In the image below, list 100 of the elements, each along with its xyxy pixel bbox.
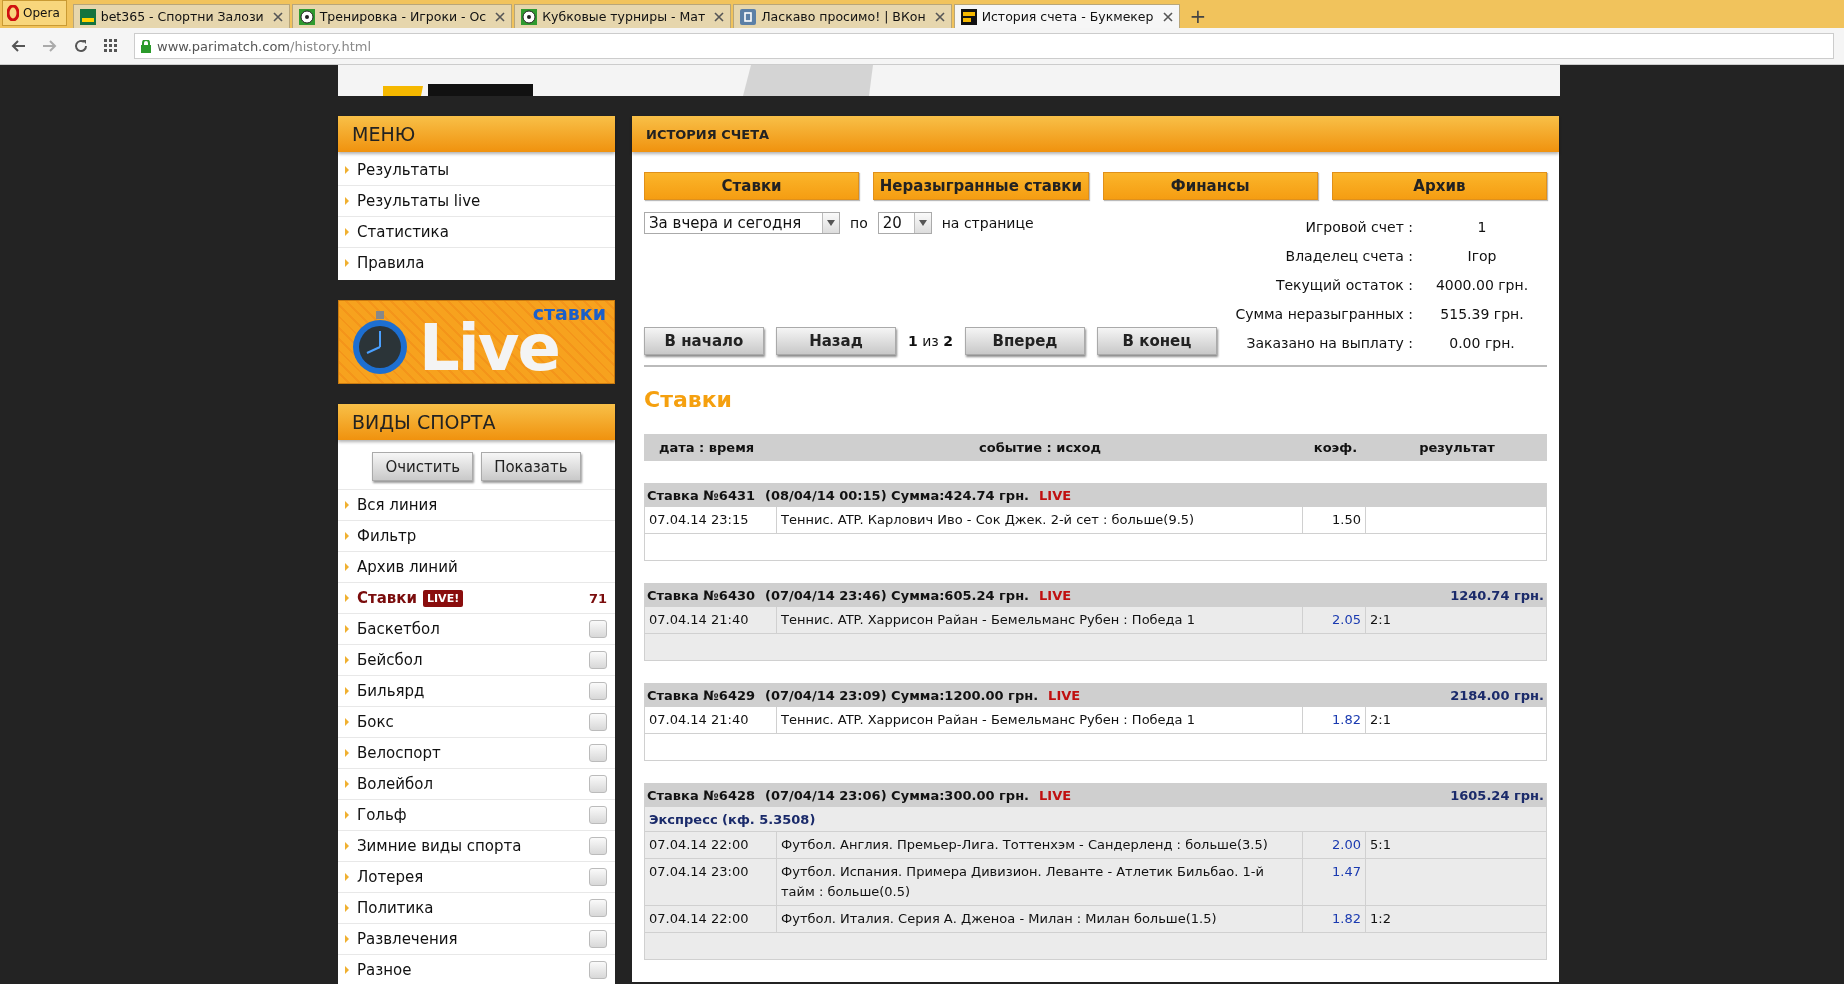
bullet-icon xyxy=(345,501,349,509)
menu-item[interactable]: Статистика xyxy=(338,216,615,247)
first-page-button[interactable]: В начало xyxy=(644,327,764,355)
clear-button[interactable]: Очистить xyxy=(372,452,474,481)
dropdown-arrow-icon[interactable] xyxy=(918,220,927,226)
sport-item[interactable]: Политика xyxy=(357,899,581,917)
forward-icon[interactable] xyxy=(42,39,58,53)
opera-logo-icon xyxy=(7,5,19,21)
grid-icon[interactable] xyxy=(104,39,118,53)
new-tab-button[interactable]: + xyxy=(1181,4,1215,28)
history-tab[interactable]: Ставки xyxy=(644,172,860,200)
menu-item[interactable]: Результаты live xyxy=(338,185,615,216)
bullet-icon xyxy=(345,966,349,974)
sport-item[interactable]: Гольф xyxy=(357,806,581,824)
live-label: LIVE xyxy=(1039,787,1072,803)
site-icon xyxy=(79,8,96,25)
bet-count: 71 xyxy=(588,590,607,606)
bullet-icon xyxy=(345,197,349,205)
bet-number: Ставка №6428 xyxy=(647,787,756,803)
bullet-icon xyxy=(345,718,349,726)
stopwatch-icon xyxy=(351,309,409,375)
history-tab[interactable]: Финансы xyxy=(1102,172,1318,200)
sport-item[interactable]: Развлечения xyxy=(357,930,581,948)
sport-checkbox[interactable] xyxy=(589,837,607,855)
show-button[interactable]: Показать xyxy=(481,452,581,481)
close-icon[interactable] xyxy=(272,11,283,22)
bet-details: (08/04/14 00:15) Сумма:424.74 грн. xyxy=(765,487,1030,503)
close-icon[interactable] xyxy=(714,11,725,22)
back-icon[interactable] xyxy=(10,39,26,53)
bet-details: (07/04/14 23:09) Сумма:1200.00 грн. xyxy=(765,687,1039,703)
sport-item[interactable]: Зимние виды спорта xyxy=(357,837,581,855)
column-header: событие : исход xyxy=(978,440,1102,455)
sport-item[interactable]: Волейбол xyxy=(357,775,581,793)
browser-tab[interactable]: Тренировка - Игроки - Ос xyxy=(291,4,513,28)
period-dropdown[interactable]: За вчера и сегодня xyxy=(644,212,840,234)
sport-item[interactable]: Лотерея xyxy=(357,868,581,886)
dropdown-arrow-icon[interactable] xyxy=(827,220,835,226)
label: по xyxy=(850,215,868,231)
menu-item[interactable]: Правила xyxy=(338,247,615,278)
reload-icon[interactable] xyxy=(74,39,88,53)
sport-item[interactable]: Велоспорт xyxy=(357,744,581,762)
sports-link[interactable]: Фильтр xyxy=(357,527,607,545)
back-button[interactable]: Назад xyxy=(776,327,896,355)
bet-details: (07/04/14 23:06) Сумма:300.00 грн. xyxy=(765,787,1030,803)
sport-checkbox[interactable] xyxy=(589,744,607,762)
last-page-button[interactable]: В конец xyxy=(1096,327,1217,355)
address-field[interactable]: www.parimatch.com/history.html xyxy=(134,33,1834,59)
browser-tab[interactable]: Ласкаво просимо! | ВКон xyxy=(733,4,952,28)
history-tab[interactable]: Архив xyxy=(1331,172,1547,200)
odds-cell: 1.82 xyxy=(1303,906,1366,932)
payout-amount: 2184.00 грн. xyxy=(1450,687,1544,703)
sport-checkbox[interactable] xyxy=(589,651,607,669)
sport-checkbox[interactable] xyxy=(589,806,607,824)
sport-item[interactable]: Бильярд xyxy=(357,682,581,700)
result-cell-text: 1:2 xyxy=(1369,910,1392,928)
history-tab[interactable]: Неразыгранные ставки xyxy=(873,172,1089,200)
browser-tab[interactable]: История счета - Букмекер xyxy=(953,4,1180,28)
browser-tab[interactable]: bet365 - Спортни Залози xyxy=(72,4,290,28)
live-label: LIVE xyxy=(1039,587,1072,603)
bullet-icon xyxy=(345,532,349,540)
sports-link[interactable]: Вся линия xyxy=(357,496,607,514)
bullet-icon xyxy=(345,594,349,602)
account-value: 1 xyxy=(1476,217,1488,237)
account-label: Игровой счет : xyxy=(1304,217,1413,237)
live-label: LIVE xyxy=(1039,487,1072,503)
sport-checkbox[interactable] xyxy=(589,961,607,979)
result-cell-text: 5:1 xyxy=(1369,836,1392,854)
bullet-icon xyxy=(345,749,349,757)
sport-checkbox[interactable] xyxy=(589,868,607,886)
sport-checkbox[interactable] xyxy=(589,899,607,917)
sport-item[interactable]: Баскетбол xyxy=(357,620,581,638)
odds-cell: 2.00 xyxy=(1303,832,1366,858)
bullet-icon xyxy=(345,873,349,881)
sport-item[interactable]: Бокс xyxy=(357,713,581,731)
sport-checkbox[interactable] xyxy=(589,713,607,731)
sports-link[interactable]: Архив линий xyxy=(357,558,607,576)
sport-checkbox[interactable] xyxy=(589,682,607,700)
live-bets-link[interactable]: Ставки xyxy=(357,589,417,607)
bullet-icon xyxy=(345,842,349,850)
opera-menu-button[interactable]: Opera xyxy=(2,0,67,26)
bullet-icon xyxy=(345,780,349,788)
next-button[interactable]: Вперед xyxy=(964,327,1085,355)
page-size-dropdown[interactable]: 20 xyxy=(877,212,932,234)
sport-item[interactable]: Бейсбол xyxy=(357,651,581,669)
browser-tab[interactable]: Кубковые турниры - Мат xyxy=(514,4,732,28)
bet-number: Ставка №6430 xyxy=(647,587,756,603)
odds-cell: 1.82 xyxy=(1303,707,1366,733)
close-icon[interactable] xyxy=(934,11,945,22)
sport-checkbox[interactable] xyxy=(589,775,607,793)
close-icon[interactable] xyxy=(1162,11,1173,22)
bullet-icon xyxy=(345,563,349,571)
close-icon[interactable] xyxy=(495,11,506,22)
column-header: дата : время xyxy=(658,440,756,455)
menu-item[interactable]: Результаты xyxy=(338,155,615,185)
sport-checkbox[interactable] xyxy=(589,930,607,948)
page-indicator: 1 из 2 xyxy=(908,333,953,349)
menu-title: МЕНЮ xyxy=(352,123,416,145)
odds-cell: 1.47 xyxy=(1303,859,1366,905)
sport-checkbox[interactable] xyxy=(589,620,607,638)
sport-item[interactable]: Разное xyxy=(357,961,581,979)
